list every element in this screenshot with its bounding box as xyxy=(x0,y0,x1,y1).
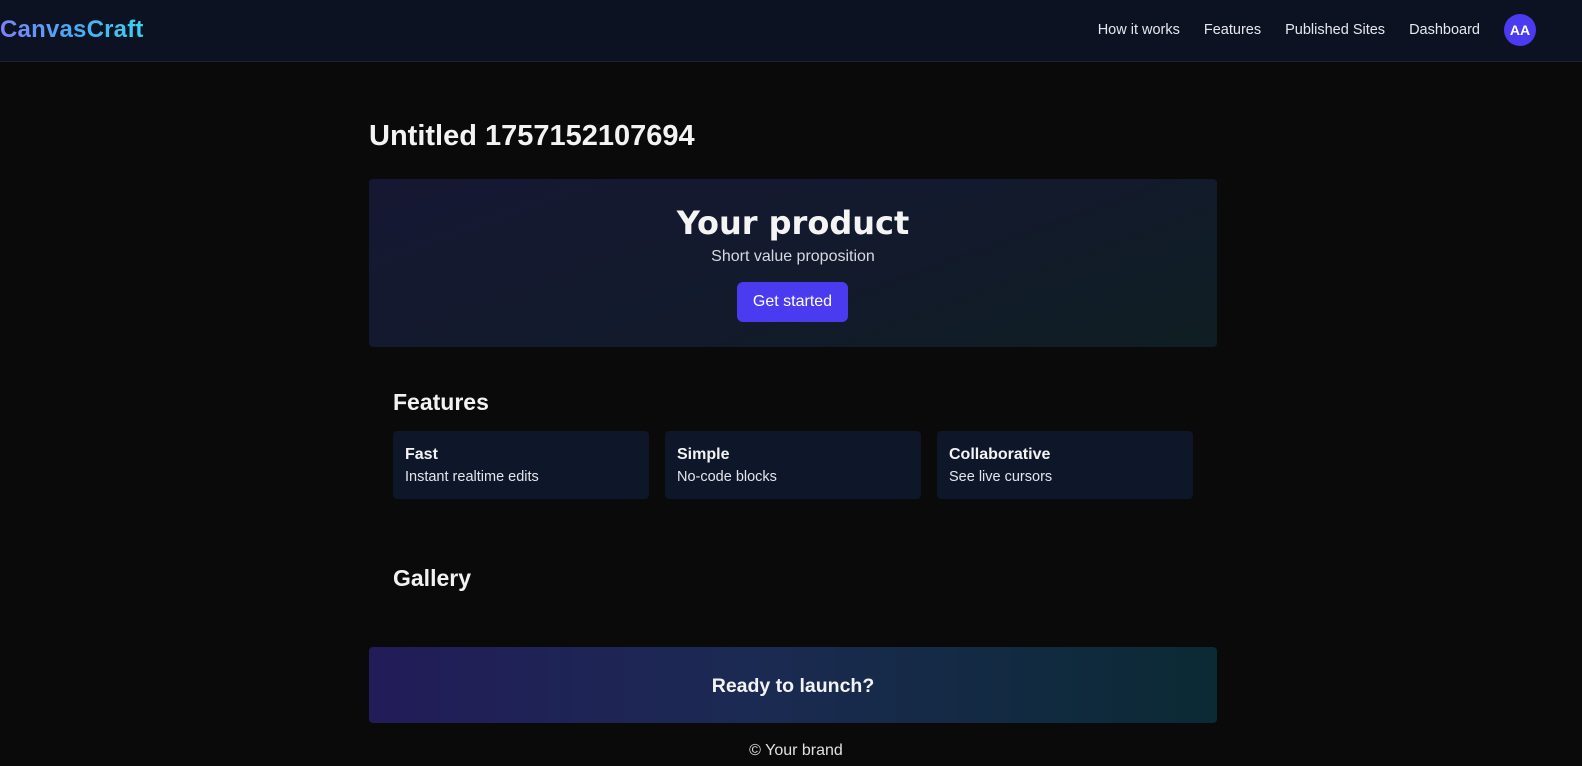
main-nav: How it works Features Published Sites Da… xyxy=(1074,13,1536,47)
feature-name: Simple xyxy=(677,446,730,463)
hero-subtitle: Short value proposition xyxy=(711,248,875,265)
feature-name: Fast xyxy=(405,446,438,463)
footer-brand: © Your brand xyxy=(749,742,843,759)
get-started-button[interactable]: Get started xyxy=(737,282,848,322)
feature-desc: See live cursors xyxy=(949,469,1053,485)
cta-banner: Ready to launch? xyxy=(369,647,1217,723)
nav-features[interactable]: Features xyxy=(1204,13,1261,47)
hero-section: Your product Short value proposition Get… xyxy=(369,179,1217,347)
user-avatar[interactable]: AA xyxy=(1504,14,1536,46)
features-heading: Features xyxy=(393,389,489,415)
gallery-heading: Gallery xyxy=(393,565,471,591)
hero-title: Your product xyxy=(676,204,910,242)
feature-card-collaborative: Collaborative See live cursors xyxy=(937,431,1193,499)
feature-name: Collaborative xyxy=(949,446,1051,463)
top-navbar: CanvasCraft How it works Features Publis… xyxy=(0,0,1582,62)
nav-how-it-works[interactable]: How it works xyxy=(1098,13,1180,47)
nav-published-sites[interactable]: Published Sites xyxy=(1285,13,1385,47)
feature-card-simple: Simple No-code blocks xyxy=(665,431,921,499)
page-title: Untitled 1757152107694 xyxy=(369,120,695,152)
brand-logo[interactable]: CanvasCraft xyxy=(0,16,144,44)
cta-text: Ready to launch? xyxy=(711,675,875,697)
nav-dashboard[interactable]: Dashboard xyxy=(1409,13,1480,47)
feature-card-fast: Fast Instant realtime edits xyxy=(393,431,649,499)
feature-desc: No-code blocks xyxy=(677,469,777,485)
feature-desc: Instant realtime edits xyxy=(405,469,539,485)
